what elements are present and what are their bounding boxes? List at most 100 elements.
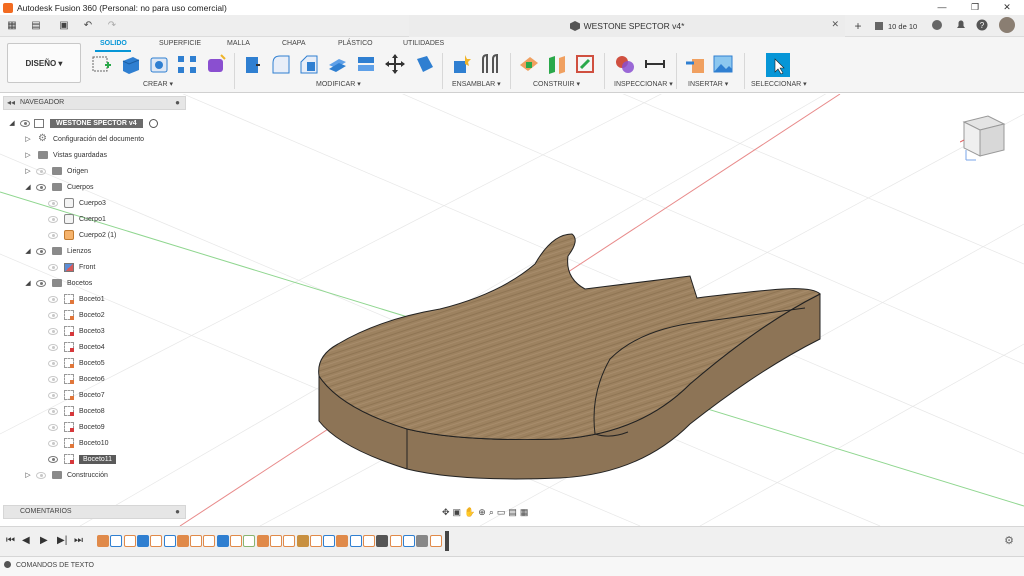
browser-node[interactable]: Cuerpo3 [44,196,106,210]
version-indicator[interactable]: 10 de 10 [874,19,917,33]
joint-icon[interactable] [479,53,501,75]
user-avatar[interactable] [999,17,1015,33]
expand-arrow-icon[interactable]: ▷ [24,151,32,159]
browser-node[interactable]: Boceto9 [44,420,105,434]
visibility-eye-icon[interactable] [36,471,46,479]
display-settings-icon[interactable]: ▭ [497,507,506,518]
minimize-button[interactable]: — [927,0,957,15]
shell-icon[interactable] [326,53,348,75]
orbit-icon[interactable]: ✥ [442,507,450,518]
visibility-eye-icon[interactable] [48,215,58,223]
guitar-body-model[interactable] [318,233,821,480]
fillet-icon[interactable] [270,53,292,75]
visibility-eye-icon[interactable] [48,391,58,399]
timeline-play-icon[interactable]: ▶ [40,535,48,546]
browser-node[interactable]: Boceto5 [44,356,105,370]
tab-superficie[interactable]: SUPERFICIE [159,40,201,47]
expand-arrow-icon[interactable]: ▷ [24,135,32,143]
browser-node[interactable]: Boceto7 [44,388,105,402]
timeline-feature-icon[interactable] [376,535,389,547]
visibility-eye-icon[interactable] [36,279,46,287]
browser-node[interactable]: ▷ Construcción [24,468,108,482]
visibility-eye-icon[interactable] [36,167,46,175]
data-panel-grid-icon[interactable]: ▦ [4,18,20,34]
visibility-eye-icon[interactable] [48,439,58,447]
timeline-feature-icon[interactable] [163,535,176,547]
timeline-settings-gear-icon[interactable]: ⚙ [1004,534,1014,547]
browser-node[interactable]: Cuerpo1 [44,212,106,226]
new-component-icon[interactable] [451,53,473,75]
visibility-eye-icon[interactable] [36,183,46,191]
timeline-feature-icon[interactable] [323,535,336,547]
group-insertar[interactable]: INSERTAR ▾ [688,80,728,88]
timeline-feature-icon[interactable] [230,535,242,547]
browser-node[interactable]: Boceto10 [44,436,109,450]
close-button[interactable]: ✕ [992,0,1022,15]
save-icon[interactable]: ▣ [56,18,72,34]
timeline-last-icon[interactable]: ⏭ [74,535,83,546]
create-form-icon[interactable] [205,53,227,75]
timeline-feature-icon[interactable] [296,535,309,547]
browser-node[interactable]: Boceto2 [44,308,105,322]
new-tab-button[interactable]: + [851,19,865,33]
timeline-feature-icon[interactable] [176,535,189,547]
undo-icon[interactable]: ↶ [80,18,96,34]
visibility-eye-icon[interactable] [48,311,58,319]
move-copy-icon[interactable] [384,53,406,75]
pan-hand-icon[interactable]: ✋ [464,507,475,518]
text-commands-toggle-icon[interactable] [4,561,11,568]
notifications-bell-icon[interactable] [955,19,967,33]
insert-derive-icon[interactable] [684,53,706,75]
text-commands-bar[interactable]: COMANDOS DE TEXTO [0,556,1024,576]
visibility-eye-icon[interactable] [48,407,58,415]
tab-chapa[interactable]: CHAPA [282,40,306,47]
grid-settings-icon[interactable]: ▤ [508,507,517,518]
group-inspeccionar[interactable]: INSPECCIONAR ▾ [614,80,673,88]
comments-panel[interactable]: COMENTARIOS ● [3,505,186,519]
browser-node[interactable]: ◢ Lienzos [24,244,91,258]
timeline-feature-icon[interactable] [283,535,296,547]
visibility-eye-icon[interactable] [48,455,58,463]
visibility-eye-icon[interactable] [48,327,58,335]
browser-node[interactable]: Boceto6 [44,372,105,386]
timeline-feature-icon[interactable] [402,535,415,547]
timeline-next-icon[interactable]: ▶| [57,535,67,546]
group-seleccionar[interactable]: SELECCIONAR ▾ [751,80,807,88]
interference-icon[interactable] [614,53,636,75]
browser-node[interactable]: ▷ ⚙ Configuración del documento [24,132,144,146]
redo-icon[interactable]: ↷ [104,18,120,34]
timeline-feature-icon[interactable] [123,535,136,547]
expand-arrow-icon[interactable]: ◢ [24,247,32,255]
maximize-button[interactable]: ❐ [960,0,990,15]
timeline-feature-icon[interactable] [416,535,429,547]
timeline-feature-icon[interactable] [110,535,123,547]
timeline-feature-icon[interactable] [363,535,375,547]
visibility-eye-icon[interactable] [20,119,30,127]
browser-root-node[interactable]: ◢ WESTONE SPECTOR v4 [8,116,158,130]
timeline-prev-icon[interactable]: ◀ [22,535,30,546]
tab-utilidades[interactable]: UTILIDADES [403,40,444,47]
look-at-icon[interactable]: ▣ [453,507,462,518]
group-crear[interactable]: CREAR ▾ [143,80,173,88]
timeline-feature-icon[interactable] [256,535,269,547]
workspace-switcher-button[interactable]: DISEÑO ▾ [7,43,81,83]
tab-malla[interactable]: MALLA [227,40,250,47]
browser-node[interactable]: Boceto1 [44,292,105,306]
timeline-feature-icon[interactable] [97,535,109,547]
file-menu-icon[interactable]: ▤ [28,18,44,34]
activate-radio-icon[interactable] [148,118,158,128]
group-ensamblar[interactable]: ENSAMBLAR ▾ [452,80,501,88]
browser-node[interactable]: ◢ Cuerpos [24,180,93,194]
visibility-eye-icon[interactable] [48,263,58,271]
timeline-feature-icon[interactable] [269,535,282,547]
browser-node[interactable]: Boceto4 [44,340,105,354]
visibility-eye-icon[interactable] [36,247,46,255]
visibility-eye-icon[interactable] [48,231,58,239]
browser-node[interactable]: Cuerpo2 (1) [44,228,116,242]
document-tab[interactable]: WESTONE SPECTOR v4* ✕ [409,15,845,37]
create-sketch-icon[interactable] [91,53,113,75]
timeline-feature-icon[interactable] [349,535,362,547]
timeline-feature-icon[interactable] [203,535,216,547]
browser-header[interactable]: ◂◂ NAVEGADOR ● [3,96,186,110]
canvas-image-icon[interactable] [712,53,734,75]
